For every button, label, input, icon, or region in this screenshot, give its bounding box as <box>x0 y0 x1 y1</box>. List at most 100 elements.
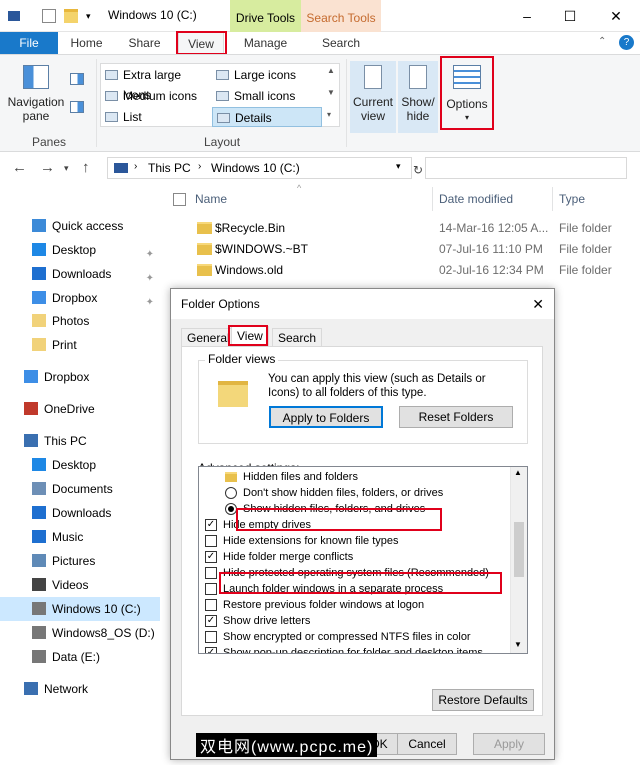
nav-item[interactable]: Pictures <box>0 549 160 573</box>
maximize-icon[interactable]: ☐ <box>560 6 580 26</box>
tab-file[interactable]: File <box>0 32 58 54</box>
tab-manage[interactable]: Manage <box>238 32 293 54</box>
checkbox[interactable] <box>205 567 217 579</box>
breadcrumb-this-pc[interactable]: This PC <box>148 161 191 175</box>
close-icon[interactable]: ✕ <box>606 6 626 26</box>
gallery-up-icon[interactable]: ▲ <box>327 66 335 75</box>
scroll-down-icon[interactable]: ▼ <box>514 640 522 649</box>
column-header-type[interactable]: Type <box>559 192 585 206</box>
column-header-date[interactable]: Date modified <box>439 192 513 206</box>
address-dropdown-icon[interactable]: ▾ <box>396 161 401 172</box>
current-view-icon <box>364 65 382 89</box>
nav-item[interactable]: This PC <box>0 429 160 453</box>
tab-search[interactable]: Search <box>315 32 367 54</box>
apply-button[interactable]: Apply <box>473 733 545 755</box>
navigation-pane-button[interactable]: Navigation pane <box>6 65 66 123</box>
reset-folders-button[interactable]: Reset Folders <box>399 406 513 428</box>
advanced-setting-label: Restore previous folder windows at logon <box>223 599 425 611</box>
recent-locations-icon[interactable]: ▾ <box>64 163 69 174</box>
checkbox[interactable] <box>205 631 217 643</box>
tab-home[interactable]: Home <box>64 32 109 54</box>
table-row[interactable]: $Recycle.Bin 14-Mar-16 12:05 A... File fol… <box>160 218 640 239</box>
nav-item-label: Windows8_OS (D:) <box>52 626 155 640</box>
tab-share[interactable]: Share <box>122 32 167 54</box>
videos-icon <box>32 578 46 591</box>
nav-item[interactable]: Videos <box>0 573 160 597</box>
checkbox[interactable] <box>205 583 217 595</box>
nav-item[interactable]: Photos <box>0 309 160 333</box>
table-row[interactable]: Windows.old 02-Jul-16 12:34 PM File folder <box>160 260 640 281</box>
back-arrow-icon[interactable]: ← <box>12 159 27 176</box>
scroll-thumb[interactable] <box>514 522 524 577</box>
dropbox-icon <box>24 370 38 383</box>
desktop-icon <box>32 458 46 471</box>
apply-to-folders-button[interactable]: Apply to Folders <box>269 406 383 428</box>
checkbox[interactable]: ✓ <box>205 519 217 531</box>
preview-pane-icon[interactable] <box>70 73 84 85</box>
details-pane-icon[interactable] <box>70 101 84 113</box>
layout-small-icons[interactable]: Small icons <box>212 86 322 106</box>
chevron-down-icon[interactable]: ▾ <box>86 9 100 23</box>
nav-item[interactable]: Print <box>0 333 160 357</box>
layout-medium-icons[interactable]: Medium icons <box>101 86 211 106</box>
nav-item[interactable]: Data (E:) <box>0 645 160 669</box>
navigation-pane: Quick access Desktop ✦ Downloads ✦ Dropbox ✦ Ph… <box>0 190 160 765</box>
nav-item[interactable]: Documents <box>0 477 160 501</box>
address-bar[interactable]: › This PC › Windows 10 (C:) ▾ <box>107 157 412 179</box>
breadcrumb-drive[interactable]: Windows 10 (C:) <box>211 161 300 175</box>
column-divider[interactable] <box>432 187 433 211</box>
nav-item[interactable]: Dropbox ✦ <box>0 286 160 310</box>
nav-item[interactable]: Windows8_OS (D:) <box>0 621 160 645</box>
show-hide-button[interactable]: Show/ hide <box>398 61 438 133</box>
properties-icon[interactable] <box>42 9 56 23</box>
nav-item[interactable]: Desktop ✦ <box>0 238 160 262</box>
layout-list[interactable]: List <box>101 107 211 127</box>
table-row[interactable]: $WINDOWS.~BT 07-Jul-16 11:10 PM File folde… <box>160 239 640 260</box>
layout-group-label: Layout <box>204 135 241 149</box>
drive-icon <box>32 626 46 639</box>
scroll-up-icon[interactable]: ▲ <box>514 468 522 477</box>
radio-button[interactable] <box>225 487 237 499</box>
nav-item[interactable]: Network <box>0 677 160 701</box>
nav-item[interactable]: Quick access <box>0 214 160 238</box>
layout-large-icons[interactable]: Large icons <box>212 65 322 85</box>
nav-item[interactable]: Desktop <box>0 453 160 477</box>
nav-item[interactable]: Windows 10 (C:) <box>0 597 160 621</box>
search-input[interactable] <box>425 157 627 179</box>
minimize-icon[interactable]: – <box>517 6 537 26</box>
new-folder-icon[interactable] <box>64 9 78 23</box>
collapse-ribbon-icon[interactable]: ⌃ <box>598 36 606 47</box>
gallery-down-icon[interactable]: ▼ <box>327 88 335 97</box>
nav-item[interactable]: Downloads <box>0 501 160 525</box>
column-divider[interactable] <box>552 187 553 211</box>
close-icon[interactable]: ✕ <box>532 289 544 319</box>
up-arrow-icon[interactable]: ↑ <box>82 159 90 176</box>
checkbox[interactable] <box>205 599 217 611</box>
help-icon[interactable]: ? <box>619 35 634 50</box>
layout-details[interactable]: Details <box>212 107 322 127</box>
layout-extra-large-icons[interactable]: Extra large icons <box>101 65 211 102</box>
advanced-settings-list[interactable]: Hidden files and folders Don't show hidde… <box>198 466 528 654</box>
column-header-name[interactable]: Name <box>195 192 227 206</box>
dropbox-icon <box>32 291 46 304</box>
tab-search[interactable]: Search <box>272 328 323 347</box>
current-view-button[interactable]: Current view <box>350 61 396 133</box>
nav-item[interactable]: Downloads ✦ <box>0 262 160 286</box>
advanced-setting-label: Don't show hidden files, folders, or dri… <box>243 487 444 499</box>
advanced-setting-label: Show pop-up description for folder and d… <box>223 647 483 654</box>
nav-item[interactable]: OneDrive <box>0 397 160 421</box>
nav-item[interactable]: Music <box>0 525 160 549</box>
checkbox[interactable]: ✓ <box>205 647 217 653</box>
checkbox[interactable]: ✓ <box>205 615 217 627</box>
checkbox[interactable] <box>205 535 217 547</box>
checkbox[interactable]: ✓ <box>205 551 217 563</box>
scrollbar[interactable]: ▲ ▼ <box>510 467 527 653</box>
cancel-button[interactable]: Cancel <box>397 733 457 755</box>
select-all-checkbox[interactable] <box>173 193 186 206</box>
nav-item[interactable]: Dropbox <box>0 365 160 389</box>
restore-defaults-button[interactable]: Restore Defaults <box>432 689 534 711</box>
folder-icon <box>197 264 212 276</box>
gallery-more-icon[interactable]: ▾ <box>327 110 331 119</box>
refresh-icon[interactable]: ↻ <box>413 163 423 177</box>
forward-arrow-icon[interactable]: → <box>40 159 55 176</box>
